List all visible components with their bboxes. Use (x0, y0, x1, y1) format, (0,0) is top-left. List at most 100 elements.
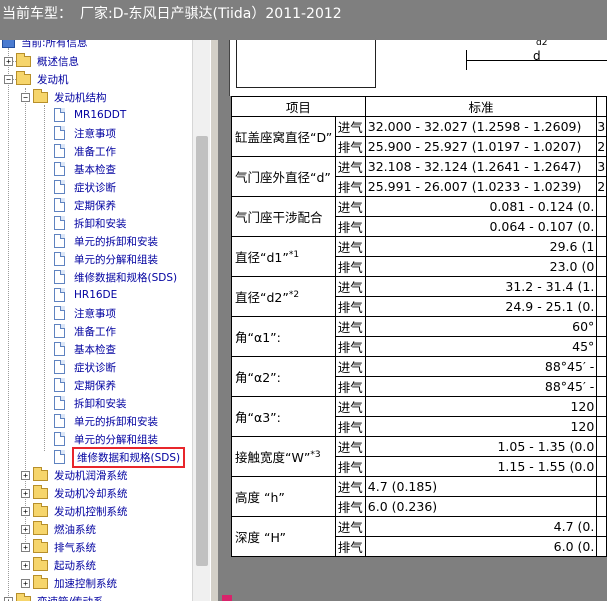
expand-icon[interactable]: + (21, 470, 30, 480)
standard-value-cell: 88°45′ - (364, 376, 598, 397)
expand-icon[interactable]: + (21, 578, 30, 588)
document-icon (54, 270, 65, 284)
truncated-cell (596, 456, 607, 477)
tree-item-mr16ddt[interactable]: MR16DDT (54, 106, 128, 124)
standard-value-cell: 23.0 (0 (364, 256, 598, 277)
tree-item-preparation[interactable]: 准备工作 (54, 142, 118, 160)
tree-item-label: 维修数据和规格(SDS) (72, 446, 186, 468)
tree-item-symptom-diagnosis[interactable]: 症状诊断 (54, 358, 118, 376)
tree-item-preparation[interactable]: 准备工作 (54, 322, 118, 340)
item-label: 角“α1”: (235, 330, 281, 345)
tree-item-removal-installation[interactable]: 拆卸和安装 (54, 394, 129, 412)
tree-item-symptom-diagnosis[interactable]: 症状诊断 (54, 178, 118, 196)
tree-item-overview[interactable]: + 概述信息 (4, 52, 81, 70)
document-icon (54, 450, 65, 464)
standard-value-cell: 120 (364, 396, 598, 417)
tree-item-engine[interactable]: − 发动机 (4, 70, 71, 88)
standard-value-cell: 32.000 - 32.027 (1.2598 - 1.2609) (364, 116, 598, 137)
tree-item-exhaust-system[interactable]: + 排气系统 (21, 538, 98, 556)
intake-exhaust-cell: 进气 (334, 116, 366, 137)
standard-value-cell: 4.7 (0.185) (364, 476, 598, 497)
item-label: 气门座外直径“d” (235, 170, 331, 185)
expand-icon[interactable]: + (4, 56, 13, 66)
intake-exhaust-cell: 排气 (334, 216, 366, 237)
expand-icon[interactable]: + (21, 488, 30, 498)
expand-icon[interactable]: + (21, 542, 30, 552)
expand-icon[interactable]: + (21, 506, 30, 516)
intake-exhaust-cell: 排气 (334, 456, 366, 477)
pane-splitter[interactable] (210, 40, 219, 601)
tree-item-unit-disassembly-assembly[interactable]: 单元的分解和组装 (54, 250, 160, 268)
tree-item-sds[interactable]: 维修数据和规格(SDS) (54, 268, 179, 286)
valve-seat-diagram: d2 d (229, 40, 607, 96)
standard-value-cell: 0.064 - 0.107 (0. (364, 216, 598, 237)
tree-item-label: 症状诊断 (74, 361, 116, 374)
collapse-icon[interactable]: − (21, 92, 30, 102)
collapse-icon[interactable]: − (4, 74, 13, 84)
root-icon (2, 40, 15, 48)
footnote-marker: *2 (288, 289, 300, 300)
intake-exhaust-cell: 排气 (334, 376, 366, 397)
bottom-strip (219, 593, 607, 601)
tree-item-basic-inspection[interactable]: 基本检查 (54, 160, 118, 178)
tree-item-unit-disassembly-assembly[interactable]: 单元的分解和组装 (54, 430, 160, 448)
intake-exhaust-cell: 进气 (334, 516, 366, 537)
intake-exhaust-cell: 进气 (334, 196, 366, 217)
tree-item-precautions[interactable]: 注意事项 (54, 304, 118, 322)
expand-icon[interactable]: + (21, 524, 30, 534)
tree-item-label: 拆卸和安装 (74, 397, 127, 410)
tree-item-precautions[interactable]: 注意事项 (54, 124, 118, 142)
tree-item-engine-control[interactable]: + 发动机控制系统 (21, 502, 130, 520)
truncated-cell (596, 196, 607, 217)
tree-item-engine-lubrication[interactable]: + 发动机润滑系统 (21, 466, 130, 484)
standard-value-cell: 120 (364, 416, 598, 437)
intake-exhaust-cell: 排气 (334, 336, 366, 357)
tree-item-engine-cooling[interactable]: + 发动机冷却系统 (21, 484, 130, 502)
item-cell: 接触宽度“W”*3 (231, 436, 336, 477)
tree-item-sds-selected[interactable]: 维修数据和规格(SDS) (54, 446, 186, 468)
item-label: 角“α2”: (235, 370, 281, 385)
intake-exhaust-cell: 进气 (334, 476, 366, 497)
tree-item-label: 发动机 (37, 73, 69, 86)
tree-item-accelerator-control[interactable]: + 加速控制系统 (21, 574, 119, 592)
footnote-marker: *3 (310, 449, 321, 460)
intake-exhaust-cell: 进气 (334, 396, 366, 417)
truncated-cell: 3 (596, 156, 607, 177)
diagram-box (236, 40, 376, 88)
item-cell: 角“α3”: (231, 396, 336, 437)
tree-item-unit-removal-installation[interactable]: 单元的拆卸和安装 (54, 412, 160, 430)
truncated-cell: 3 (596, 116, 607, 137)
vehicle-label: 当前车型： (2, 6, 72, 22)
tree-item-label: 变速箱/传动系 (35, 593, 106, 601)
tree-item-label: 发动机控制系统 (54, 505, 128, 518)
tree-item-label: 单元的拆卸和安装 (74, 415, 158, 428)
tree-item-label: 基本检查 (74, 343, 116, 356)
tree-item-starting-system[interactable]: + 起动系统 (21, 556, 98, 574)
tree-item-removal-installation[interactable]: 拆卸和安装 (54, 214, 129, 232)
expand-icon[interactable]: + (21, 560, 30, 570)
standard-value-cell: 88°45′ - (364, 356, 598, 377)
tree-scrollbar-thumb[interactable] (196, 136, 208, 566)
tree-root[interactable]: 当前:所有信息 (2, 40, 90, 51)
item-label: 深度 “H” (235, 530, 286, 545)
table-row: 高度 “h” 进气 4.7 (0.185) (231, 476, 607, 517)
item-cell: 缸盖座窝直径“D” (231, 116, 336, 157)
table-row: 直径“d1”*1 进气 29.6 (1 (231, 236, 607, 277)
tree-item-fuel-system[interactable]: + 燃油系统 (21, 520, 98, 538)
tree-item-transmission[interactable]: + 变速箱/传动系 (4, 592, 106, 601)
tree-item-periodic-maintenance[interactable]: 定期保养 (54, 376, 118, 394)
folder-icon (33, 520, 48, 535)
tree-item-hr16de[interactable]: HR16DE (54, 286, 119, 304)
table-row: 角“α1”: 进气 60° (231, 316, 607, 357)
tree-item-basic-inspection[interactable]: 基本检查 (54, 340, 118, 358)
tree-scrollbar[interactable] (192, 40, 210, 601)
truncated-cell (596, 476, 607, 497)
tree-item-periodic-maintenance[interactable]: 定期保养 (54, 196, 118, 214)
footnote-marker: *1 (288, 249, 300, 260)
expand-icon[interactable]: + (4, 596, 13, 601)
intake-exhaust-cell: 进气 (334, 436, 366, 457)
header-extra (596, 96, 607, 117)
tree-item-engine-structure[interactable]: − 发动机结构 (21, 88, 109, 106)
tree-item-unit-removal-installation[interactable]: 单元的拆卸和安装 (54, 232, 160, 250)
tree-item-label: 单元的分解和组装 (74, 433, 158, 446)
